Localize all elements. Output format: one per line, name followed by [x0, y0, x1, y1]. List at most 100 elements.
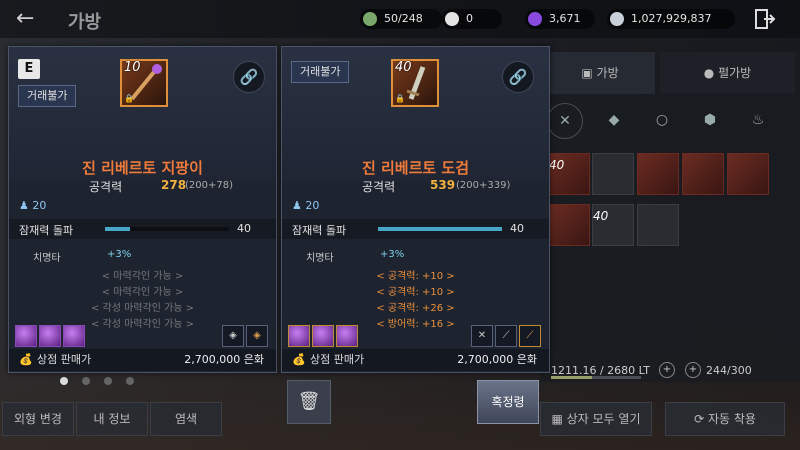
page-dot: [126, 377, 134, 385]
exit-icon[interactable]: [754, 8, 776, 30]
attack-detail: (200+78): [185, 180, 233, 191]
shop-price-row: 💰 상점 판매가 2,700,000 은화: [9, 349, 276, 371]
gem-icon: [15, 325, 37, 347]
page-dot: [104, 377, 112, 385]
slash-skill-icon: ⟋: [519, 325, 541, 347]
bag-capacity-value: 50/248: [384, 12, 423, 25]
equipped-badge: E: [18, 59, 40, 79]
bonus-stat-line: < 공격력: +10 >: [376, 271, 455, 282]
auto-equip-button[interactable]: ⟳ 자동 착용: [665, 402, 785, 436]
slot-enhance-label: 40: [549, 158, 565, 172]
inventory-slot[interactable]: [592, 153, 634, 195]
crit-value: +3%: [107, 249, 132, 260]
page-dot-active: [60, 377, 68, 385]
inventory-slot[interactable]: [548, 204, 590, 246]
tune-button[interactable]: 혹정령: [477, 380, 539, 424]
price-label: 상점 판매가: [310, 353, 365, 366]
filter-shield-icon[interactable]: ⬢: [693, 103, 727, 137]
crystal-value: 3,671: [549, 12, 581, 25]
inventory-slot[interactable]: 40: [548, 153, 590, 195]
price-value: 2,700,000 은화: [457, 353, 537, 366]
my-info-button[interactable]: 내 정보: [76, 402, 148, 436]
engrave-slot-line: < 마력각인 가능 >: [101, 287, 184, 298]
add-slots-icon[interactable]: +: [685, 362, 701, 378]
attack-value: 278: [161, 178, 187, 192]
currency-bag-capacity: 50/248: [360, 9, 442, 29]
item-level-value: 20: [32, 199, 47, 212]
tab-bag-label: 가방: [596, 66, 619, 80]
add-weight-icon[interactable]: +: [659, 362, 675, 378]
money-bag-icon: 💰: [19, 353, 33, 366]
filter-weapon-icon[interactable]: ✕: [547, 103, 583, 139]
link-icon[interactable]: 🔗: [233, 61, 265, 93]
tab-pearl-bag-label: 펄가방: [718, 66, 752, 80]
filter-potion-icon[interactable]: ♨: [741, 103, 775, 137]
open-all-boxes-button[interactable]: ▦ 상자 모두 열기: [540, 402, 652, 436]
crossed-swords-icon: ✕: [471, 325, 493, 347]
untradeable-tag: 거래불가: [18, 85, 77, 107]
inventory-slot[interactable]: [637, 204, 679, 246]
potential-fill: [105, 227, 130, 231]
money-bag-icon: 💰: [292, 353, 306, 366]
attack-label: 공격력: [89, 180, 123, 194]
refresh-icon: ⟳: [694, 412, 708, 426]
item-name: 진 리베르토 지팡이: [82, 159, 203, 177]
potential-breakthrough: 잠재력 돌파 40: [9, 219, 276, 239]
bonus-stat-line: < 공격력: +26 >: [376, 303, 455, 314]
tune-button-label: 혹정령: [491, 395, 525, 409]
potential-track: [378, 227, 502, 231]
level-icon: ♟: [19, 199, 33, 212]
weight-bar-fill: [551, 376, 592, 379]
my-info-label: 내 정보: [93, 412, 131, 426]
potential-label: 잠재력 돌파: [292, 224, 347, 237]
slot-count: 244/300: [706, 364, 752, 377]
auto-equip-label: 자동 착용: [707, 412, 756, 426]
currency-pearl: 0: [442, 9, 502, 29]
potential-fill: [378, 227, 502, 231]
staff-item-icon: 10 🔒: [120, 59, 168, 107]
appearance-change-button[interactable]: 외형 변경: [2, 402, 74, 436]
crit-label: 치명타: [306, 253, 334, 264]
item-tooltip-left: E 거래불가 10 🔒 🔗 진 리베르토 지팡이 공격력 278 (200+78…: [8, 46, 277, 373]
price-value: 2,700,000 은화: [184, 353, 264, 366]
item-tooltip-right: 거래불가 40 🔒 🔗 진 리베르토 도검 공격력 539 (200+339) …: [281, 46, 550, 373]
weight-bar: [551, 376, 641, 379]
tab-bag[interactable]: ▣ 가방: [545, 52, 655, 94]
slash-icon: ⟋: [495, 325, 517, 347]
appearance-change-label: 외형 변경: [14, 412, 62, 426]
enhance-level: 40: [395, 60, 412, 75]
item-level: ♟ 20: [292, 199, 319, 212]
gem-icon: [288, 325, 310, 347]
lock-icon: 🔒: [124, 94, 134, 103]
awaken-engrave-slot-line: < 각성 마력각인 가능 >: [90, 303, 195, 314]
tab-pearl-bag[interactable]: ● 펄가방: [660, 52, 795, 94]
potential-track: [105, 227, 229, 231]
filter-ring-icon[interactable]: ○: [645, 103, 679, 137]
attack-detail: (200+339): [456, 180, 511, 191]
trash-icon: 🗑: [297, 391, 321, 412]
link-icon[interactable]: 🔗: [502, 61, 534, 93]
shop-price-row: 💰 상점 판매가 2,700,000 은화: [282, 349, 549, 371]
inventory-slot[interactable]: [682, 153, 724, 195]
slot-enhance-label: 40: [593, 209, 609, 223]
open-all-label: 상자 모두 열기: [566, 412, 641, 426]
silver-value: 1,027,929,837: [631, 12, 712, 25]
item-level: ♟ 20: [19, 199, 46, 212]
delete-button[interactable]: 🗑: [287, 380, 331, 424]
inventory-slot[interactable]: 40: [592, 204, 634, 246]
dye-button[interactable]: 염색: [150, 402, 222, 436]
sword-item-icon: 40 🔒: [391, 59, 439, 107]
gem-icon: [312, 325, 334, 347]
inventory-slot[interactable]: [727, 153, 769, 195]
gem-icon: [39, 325, 61, 347]
potential-value: 40: [237, 222, 251, 235]
inventory-slot[interactable]: [637, 153, 679, 195]
dye-label: 염색: [174, 412, 198, 426]
page-dot: [82, 377, 90, 385]
crystal-icon: [528, 12, 542, 26]
potential-breakthrough: 잠재력 돌파 40: [282, 219, 549, 239]
currency-crystal: 3,671: [525, 9, 595, 29]
filter-armor-icon[interactable]: ◆: [597, 103, 631, 137]
back-arrow-icon[interactable]: ←: [16, 6, 34, 31]
enhance-level: 10: [124, 60, 141, 75]
